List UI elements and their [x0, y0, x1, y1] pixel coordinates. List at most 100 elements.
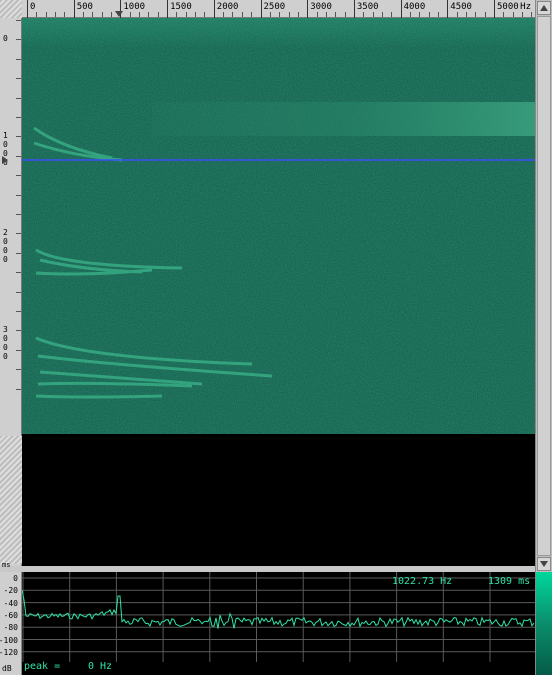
freq-minor-tick — [512, 12, 514, 17]
peak-label: peak = — [24, 661, 61, 672]
freq-minor-tick — [232, 12, 234, 17]
freq-minor-tick — [223, 12, 225, 17]
db-unit-label: dB — [2, 664, 12, 673]
scroll-up-arrow-icon[interactable] — [537, 1, 551, 15]
db-scale: 0 -20 -40 -60 -80 -100 -120 dB — [0, 572, 22, 675]
freq-minor-tick — [269, 12, 271, 17]
freq-minor-tick — [428, 12, 430, 17]
ruler-corner — [0, 0, 22, 18]
freq-major-tick — [260, 0, 262, 18]
db-tick-label: -120 — [0, 647, 18, 657]
time-minor-tick — [16, 272, 21, 274]
freq-major-tick — [447, 0, 449, 18]
freq-minor-tick — [297, 12, 299, 17]
cursor-time-readout: 1309 ms — [488, 576, 531, 587]
spectrum-plot[interactable] — [22, 572, 535, 675]
time-ruler[interactable]: 0100020003000 ms — [0, 18, 22, 569]
freq-minor-tick — [325, 12, 327, 17]
freq-minor-tick — [409, 12, 411, 17]
freq-minor-tick — [157, 12, 159, 17]
frequency-unit-label: Hz — [520, 2, 531, 12]
peak-value: 0 Hz — [88, 661, 113, 672]
freq-tick-label: 4000 — [403, 2, 426, 12]
freq-minor-tick — [465, 12, 467, 17]
db-tick-label: -80 — [3, 623, 18, 633]
db-tick-label: -40 — [3, 598, 18, 608]
freq-cursor-marker-icon[interactable] — [115, 11, 123, 17]
scroll-thumb[interactable] — [537, 16, 551, 556]
db-tick-label: -20 — [3, 586, 18, 596]
time-minor-tick — [16, 175, 21, 177]
time-minor-tick — [16, 39, 21, 41]
freq-minor-tick — [316, 12, 318, 17]
freq-tick-label: 2000 — [216, 2, 239, 12]
freq-minor-tick — [456, 12, 458, 17]
time-minor-tick — [16, 311, 21, 312]
time-minor-tick — [16, 330, 21, 332]
freq-tick-label: 1000 — [123, 2, 146, 12]
freq-tick-label: 1500 — [170, 2, 192, 12]
freq-minor-tick — [139, 12, 141, 17]
freq-minor-tick — [45, 12, 47, 17]
time-minor-tick — [16, 155, 21, 157]
freq-minor-tick — [101, 12, 103, 17]
frequency-ruler[interactable]: 0 500 1000 1500 2000 2500 3000 3500 4000 4500 5000… — [0, 0, 535, 18]
freq-minor-tick — [279, 12, 281, 17]
freq-major-tick — [307, 0, 309, 18]
freq-tick-label: 500 — [76, 2, 93, 12]
time-minor-tick — [16, 117, 21, 118]
freq-minor-tick — [419, 12, 421, 17]
cursor-frequency-readout: 1022.73 Hz — [392, 576, 453, 587]
freq-minor-tick — [381, 12, 383, 17]
time-unit-label: ms — [2, 561, 11, 569]
freq-major-tick — [213, 0, 215, 18]
freq-minor-tick — [83, 12, 85, 17]
freq-minor-tick — [251, 12, 253, 17]
freq-minor-tick — [204, 12, 206, 17]
time-cursor-marker-icon[interactable] — [2, 156, 8, 164]
freq-minor-tick — [288, 12, 290, 17]
ruler-empty-area — [0, 436, 22, 564]
freq-minor-tick — [335, 12, 337, 17]
spectrogram-noise — [22, 18, 535, 434]
freq-minor-tick — [129, 12, 131, 17]
db-tick-label: -60 — [3, 610, 18, 620]
time-minor-tick — [16, 349, 21, 351]
time-minor-tick — [16, 233, 21, 235]
time-minor-tick — [16, 194, 21, 196]
freq-minor-tick — [437, 12, 439, 17]
time-tick-label: 0 — [3, 34, 8, 43]
freq-major-tick — [494, 0, 495, 18]
spectrum-line — [22, 589, 535, 629]
time-minor-tick — [16, 20, 21, 21]
db-tick-label: -100 — [0, 635, 18, 645]
freq-minor-tick — [531, 12, 533, 17]
time-minor-tick — [16, 214, 21, 215]
freq-tick-label: 0 — [30, 2, 36, 12]
freq-minor-tick — [195, 12, 197, 17]
freq-minor-tick — [92, 12, 94, 17]
spectrogram-view[interactable] — [22, 18, 535, 566]
freq-major-tick — [353, 0, 355, 18]
freq-tick-label: 4500 — [450, 2, 472, 12]
freq-minor-tick — [475, 12, 477, 17]
freq-minor-tick — [241, 12, 243, 17]
freq-tick-label: 5000 — [497, 2, 519, 12]
scroll-down-arrow-icon[interactable] — [537, 557, 551, 571]
freq-minor-tick — [522, 12, 524, 17]
freq-major-tick — [73, 0, 75, 18]
freq-minor-tick — [344, 12, 346, 17]
time-minor-tick — [16, 252, 21, 254]
vertical-scrollbar[interactable] — [535, 0, 552, 572]
freq-minor-tick — [176, 12, 178, 17]
freq-minor-tick — [55, 12, 57, 17]
time-minor-tick — [16, 58, 21, 60]
freq-major-tick — [400, 0, 402, 18]
freq-minor-tick — [185, 12, 187, 17]
level-meter — [535, 572, 552, 675]
time-minor-tick — [16, 388, 21, 390]
freq-minor-tick — [503, 12, 505, 17]
freq-minor-tick — [363, 12, 365, 17]
freq-tick-label: 2500 — [263, 2, 286, 12]
freq-tick-label: 3000 — [310, 2, 332, 12]
